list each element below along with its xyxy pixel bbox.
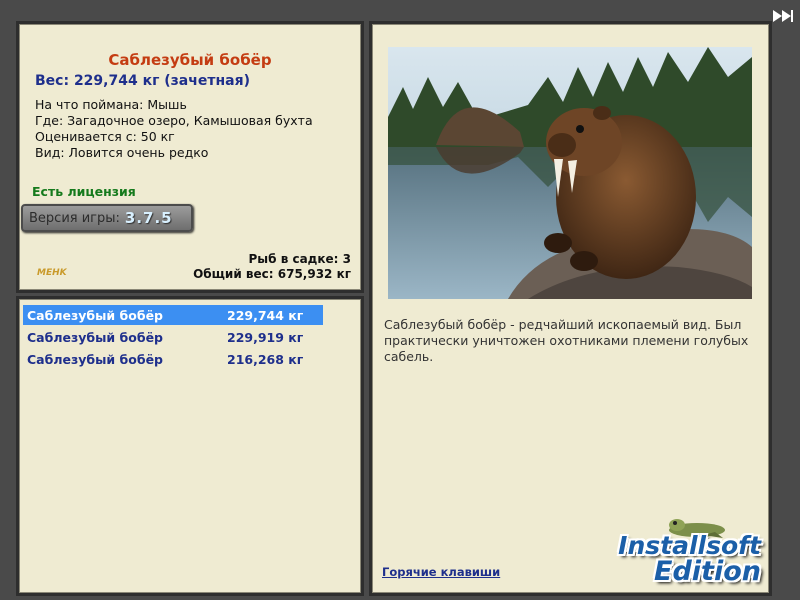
fish-description: Саблезубый бобёр - редчайший ископаемый … bbox=[384, 317, 749, 364]
license-status: Есть лицензия bbox=[32, 184, 136, 199]
catch-name: Саблезубый бобёр bbox=[27, 329, 163, 345]
version-number: 3.7.5 bbox=[124, 209, 173, 227]
watermark-line2: Edition bbox=[654, 556, 761, 587]
beaver-photo bbox=[388, 47, 752, 299]
total-weight: Общий вес: 675,932 кг bbox=[193, 267, 351, 281]
edition-watermark: Installsoft Edition bbox=[618, 533, 761, 587]
fish-bait: На что поймана: Мышь bbox=[35, 97, 187, 112]
beaver-illustration bbox=[388, 47, 752, 299]
hotkeys-link[interactable]: Горячие клавиши bbox=[382, 565, 500, 579]
catch-name: Саблезубый бобёр bbox=[27, 307, 163, 323]
fish-rarity: Вид: Ловится очень редко bbox=[35, 145, 209, 160]
catch-name: Саблезубый бобёр bbox=[27, 351, 163, 367]
catch-weight: 229,919 кг bbox=[227, 329, 304, 345]
fish-location: Где: Загадочное озеро, Камышовая бухта bbox=[35, 113, 313, 128]
fish-weight: Вес: 229,744 кг (зачетная) bbox=[35, 73, 250, 89]
fish-value: Оценивается с: 50 кг bbox=[35, 129, 175, 144]
fish-info-panel: Саблезубый бобёр Вес: 229,744 кг (зачетн… bbox=[16, 21, 364, 293]
fish-detail-panel: Саблезубый бобёр - редчайший ископаемый … bbox=[369, 21, 772, 596]
keepnet-stats: Рыб в садке: 3 Общий вес: 675,932 кг bbox=[193, 252, 351, 282]
catch-weight: 229,744 кг bbox=[227, 307, 304, 323]
catch-weight: 216,268 кг bbox=[227, 351, 304, 367]
version-label: Версия игры: bbox=[29, 210, 120, 226]
catch-list-item[interactable]: Саблезубый бобёр 229,744 кг bbox=[23, 305, 323, 325]
catch-list-panel: Саблезубый бобёр 229,744 кг Саблезубый б… bbox=[16, 296, 364, 596]
version-badge: Версия игры: 3.7.5 bbox=[21, 204, 193, 232]
fish-title: Саблезубый бобёр bbox=[108, 51, 272, 69]
fish-count: Рыб в садке: 3 bbox=[248, 252, 352, 266]
catch-list-item[interactable]: Саблезубый бобёр 229,919 кг bbox=[23, 327, 323, 347]
catch-list-item[interactable]: Саблезубый бобёр 216,268 кг bbox=[23, 349, 323, 369]
developer-logo: MEHK bbox=[37, 268, 67, 278]
fast-forward-icon[interactable] bbox=[772, 9, 794, 23]
